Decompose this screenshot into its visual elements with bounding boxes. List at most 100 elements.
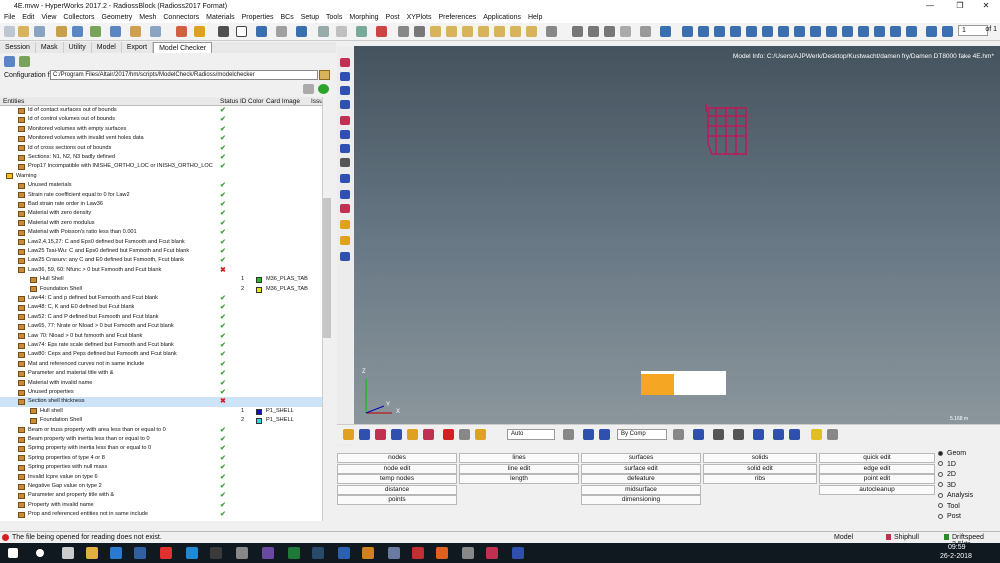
layout-15-icon[interactable]: [906, 26, 917, 37]
search-icon[interactable]: [36, 549, 44, 557]
open-icon[interactable]: [18, 26, 29, 37]
select-icon[interactable]: [318, 26, 329, 37]
close-button[interactable]: ✕: [972, 0, 1000, 12]
tree-row[interactable]: Beam or truss property with area less th…: [0, 426, 322, 435]
radio-2d[interactable]: 2D: [938, 471, 956, 478]
zoom-fit-icon[interactable]: [572, 26, 583, 37]
tree-row[interactable]: Monitored volumes with empty surfaces ✔: [0, 125, 322, 134]
panel-button-distance[interactable]: distance: [337, 484, 457, 495]
autocorrect-icon[interactable]: [19, 56, 30, 67]
tab-export[interactable]: Export: [122, 42, 154, 53]
menu-materials[interactable]: Materials: [206, 14, 234, 21]
vis-16-icon[interactable]: [753, 429, 764, 440]
layout-2-icon[interactable]: [698, 26, 709, 37]
chrome-icon[interactable]: [160, 547, 172, 559]
tree-row[interactable]: Law52: C and P defined but Fsmooth and F…: [0, 313, 322, 322]
vis-10-icon[interactable]: [583, 429, 594, 440]
app-7-icon[interactable]: [462, 547, 474, 559]
vis-13-icon[interactable]: [693, 429, 704, 440]
tab-utility[interactable]: Utility: [64, 42, 92, 53]
menu-preferences[interactable]: Preferences: [438, 14, 476, 21]
panel-button-points[interactable]: points: [337, 495, 457, 505]
tree-row[interactable]: Unused materials ✔: [0, 181, 322, 190]
layout-4-icon[interactable]: [730, 26, 741, 37]
vis-1-icon[interactable]: [343, 429, 354, 440]
tree-row[interactable]: Prop and referenced entities not in same…: [0, 510, 322, 519]
panel-button-solids[interactable]: solids: [703, 453, 817, 463]
layout-5-icon[interactable]: [746, 26, 757, 37]
panel-button-surfaces[interactable]: surfaces: [581, 453, 701, 463]
panel-button-lines[interactable]: lines: [459, 453, 579, 463]
view-iso-icon[interactable]: [478, 26, 489, 37]
pan-icon[interactable]: [620, 26, 631, 37]
zoom-out-icon[interactable]: [588, 26, 599, 37]
tree-row[interactable]: Law74: Eps rate scale defined but Fsmoot…: [0, 341, 322, 350]
panel-button-nodes[interactable]: nodes: [337, 453, 457, 463]
maximize-button[interactable]: ❐: [946, 0, 974, 12]
panel-button-ribs[interactable]: ribs: [703, 474, 817, 484]
tree-row[interactable]: Prop17 Incompatible with INISHE_ORTHO_LO…: [0, 162, 322, 171]
mask-icon[interactable]: [296, 26, 307, 37]
tree-row[interactable]: Strain rate coefficient equal to 0 for L…: [0, 191, 322, 200]
cursor-icon[interactable]: [150, 26, 161, 37]
panel-button-point-edit[interactable]: point edit: [819, 474, 935, 484]
settings-icon[interactable]: [303, 84, 314, 94]
menu-mesh[interactable]: Mesh: [139, 14, 156, 21]
scrollbar-thumb[interactable]: [323, 198, 331, 338]
tab-session[interactable]: Session: [0, 42, 36, 53]
tree-row[interactable]: Unused properties ✔: [0, 388, 322, 397]
tree-row[interactable]: Id of cross sections out of bounds ✔: [0, 144, 322, 153]
view-side-icon[interactable]: [462, 26, 473, 37]
layout-11-icon[interactable]: [842, 26, 853, 37]
vtool-8-icon[interactable]: [340, 158, 350, 167]
vtool-10-icon[interactable]: [340, 190, 350, 199]
vtool-13-icon[interactable]: [340, 236, 350, 245]
menu-bcs[interactable]: BCs: [280, 14, 293, 21]
menu-morphing[interactable]: Morphing: [349, 14, 378, 21]
center-icon[interactable]: [660, 26, 671, 37]
tree-row[interactable]: Parameter and property title with & ✔: [0, 491, 322, 500]
col-entities[interactable]: Entities: [3, 98, 24, 105]
menu-geometry[interactable]: Geometry: [102, 14, 133, 21]
vis-3-icon[interactable]: [375, 429, 386, 440]
view-front-icon[interactable]: [446, 26, 457, 37]
panel-button-autocleanup[interactable]: autocleanup: [819, 484, 935, 495]
menu-tools[interactable]: Tools: [326, 14, 342, 21]
taskview-icon[interactable]: [62, 547, 74, 559]
library-icon[interactable]: [130, 26, 141, 37]
vis-19-icon[interactable]: [827, 429, 838, 440]
config-file-input[interactable]: C:/Program Files/Altair/2017/hm/scripts/…: [50, 70, 318, 80]
auto-select[interactable]: Auto: [507, 429, 555, 440]
hyperworks-icon[interactable]: [486, 547, 498, 559]
tree-row[interactable]: Sections: N1, N2, N3 badly defined ✔: [0, 153, 322, 162]
vis-delete-icon[interactable]: [443, 429, 454, 440]
layout-1-icon[interactable]: [682, 26, 693, 37]
tree-row[interactable]: Material with Poisson's ratio less than …: [0, 228, 322, 237]
layout-12-icon[interactable]: [858, 26, 869, 37]
panel-button-midsurface[interactable]: midsurface: [581, 484, 701, 495]
tree-row[interactable]: Hull Shell 1 M36_PLAS_TAB: [0, 275, 322, 284]
layout-9-icon[interactable]: [810, 26, 821, 37]
menu-view[interactable]: View: [41, 14, 56, 21]
tab-model-checker[interactable]: Model Checker: [153, 42, 213, 53]
tree-row[interactable]: Id of control volumes out of bounds ✔: [0, 115, 322, 124]
layout-10-icon[interactable]: [826, 26, 837, 37]
menu-file[interactable]: File: [4, 14, 15, 21]
view-bottom-icon[interactable]: [494, 26, 505, 37]
vis-6-icon[interactable]: [423, 429, 434, 440]
vtool-5-icon[interactable]: [340, 116, 350, 125]
tree-row[interactable]: Bad strain rate order in Law36 ✔: [0, 200, 322, 209]
app-2-icon[interactable]: [210, 547, 222, 559]
folder-icon[interactable]: [319, 70, 330, 80]
tree-row[interactable]: Foundation Shell 2 P1_SHELL: [0, 416, 322, 425]
panel-button-node-edit[interactable]: node edit: [337, 463, 457, 474]
panel-button-surface-edit[interactable]: surface edit: [581, 463, 701, 474]
radio-3d[interactable]: 3D: [938, 482, 956, 489]
assembly-icon[interactable]: [194, 26, 205, 37]
explorer-icon[interactable]: [86, 547, 98, 559]
vtool-11-icon[interactable]: [340, 204, 350, 213]
store-icon[interactable]: [134, 547, 146, 559]
panel-button-dimensioning[interactable]: dimensioning: [581, 495, 701, 505]
vis-15-icon[interactable]: [733, 429, 744, 440]
tree-row[interactable]: Negative Gap value on type 2 ✔: [0, 482, 322, 491]
